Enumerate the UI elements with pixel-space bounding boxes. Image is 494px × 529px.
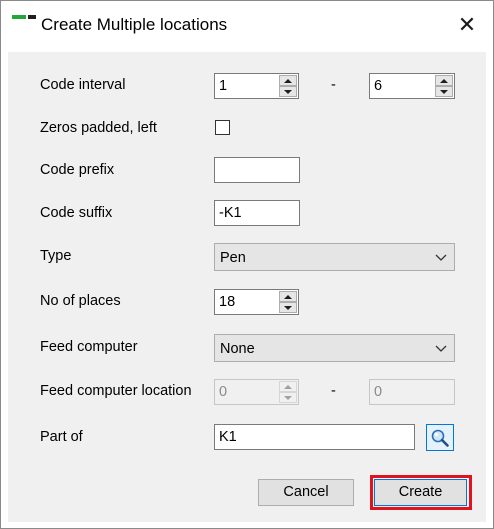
code-interval-label: Code interval [40,77,126,93]
window-title: Create Multiple locations [41,15,228,34]
app-icon [12,15,38,29]
code-interval-to-stepper[interactable]: 6 [369,73,455,99]
zeros-padded-label: Zeros padded, left [40,120,157,136]
type-value: Pen [220,250,246,266]
stepper-up-icon [279,381,297,392]
type-label: Type [40,248,72,264]
part-of-input[interactable]: K1 [214,424,415,450]
feed-computer-location-to-input: 0 [369,379,455,405]
chevron-down-icon [435,254,447,261]
code-interval-from-value: 1 [219,78,228,94]
stepper-up-icon[interactable] [279,75,297,86]
feed-computer-location-from-value: 0 [219,384,228,400]
stepper-down-icon[interactable] [435,86,453,97]
code-interval-to-value: 6 [374,78,383,94]
search-button[interactable] [426,424,454,451]
code-prefix-label: Code prefix [40,162,115,178]
title-bar: Create Multiple locations ✕ [1,1,493,51]
feed-computer-location-from-stepper: 0 [214,379,299,405]
part-of-label: Part of [40,429,83,445]
stepper-down-icon [279,392,297,403]
zeros-padded-checkbox[interactable] [215,120,230,135]
cancel-button[interactable]: Cancel [258,479,354,506]
magnifier-icon [431,429,449,447]
stepper-up-icon[interactable] [279,291,297,302]
type-select[interactable]: Pen [214,243,455,271]
code-suffix-input[interactable]: -K1 [214,200,300,226]
stepper-down-icon[interactable] [279,86,297,97]
no-of-places-label: No of places [40,293,121,309]
close-icon[interactable]: ✕ [447,7,487,43]
feed-computer-location-separator: - [331,383,336,399]
form-panel: Code interval 1 - 6 Zeros padded, left C… [8,52,486,522]
stepper-down-icon[interactable] [279,302,297,313]
no-of-places-stepper[interactable]: 18 [214,289,299,315]
dialog-window: Create Multiple locations ✕ Code interva… [0,0,494,529]
code-prefix-input[interactable] [214,157,300,183]
feed-computer-location-label: Feed computer location [40,383,192,399]
feed-computer-label: Feed computer [40,339,138,355]
create-button-highlight [370,475,472,510]
feed-computer-value: None [220,341,255,357]
stepper-up-icon[interactable] [435,75,453,86]
code-suffix-label: Code suffix [40,205,113,221]
no-of-places-value: 18 [219,294,236,310]
code-interval-from-stepper[interactable]: 1 [214,73,299,99]
feed-computer-select[interactable]: None [214,334,455,362]
code-interval-separator: - [331,77,336,93]
chevron-down-icon [435,345,447,352]
